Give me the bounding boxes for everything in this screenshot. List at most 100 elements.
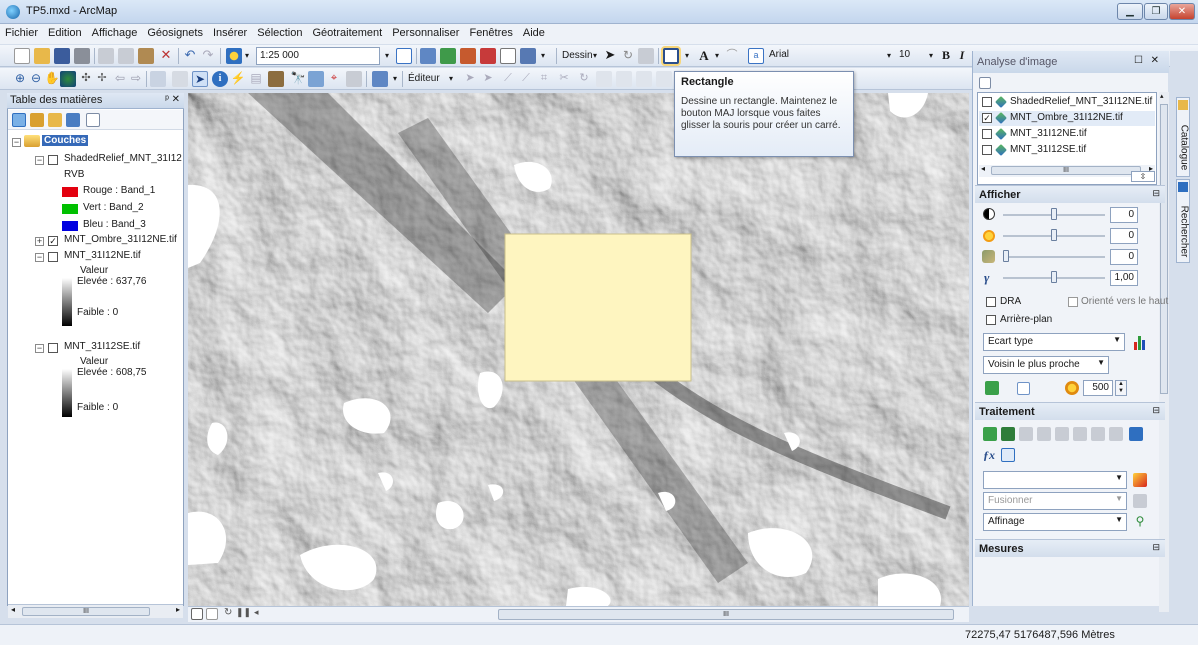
mesures-section-header[interactable]: Mesures ⊟ — [975, 539, 1165, 557]
afficher-section-header[interactable]: Afficher ⊟ — [975, 185, 1165, 203]
maximize-button[interactable]: ❐ — [1144, 3, 1168, 20]
delete-icon[interactable]: ✕ — [158, 48, 174, 64]
menu-affichage[interactable]: Affichage — [87, 24, 143, 39]
add-data-icon[interactable] — [226, 48, 242, 64]
sketch-properties-icon[interactable] — [616, 71, 632, 87]
measure-icon[interactable] — [268, 71, 284, 87]
menu-fenetres[interactable]: Fenêtres — [464, 24, 517, 39]
font-select[interactable]: Arial — [766, 47, 882, 65]
identify-icon[interactable]: i — [212, 71, 228, 87]
couches-collapse-icon[interactable]: − — [12, 138, 21, 147]
save-processing-icon[interactable] — [1129, 427, 1143, 441]
editor-more-icon[interactable] — [656, 71, 672, 87]
editor-toolbar-icon[interactable] — [396, 48, 412, 64]
hillshade-icon[interactable] — [1037, 427, 1051, 441]
copy-icon[interactable] — [118, 48, 134, 64]
raster-calculator-icon[interactable] — [1001, 448, 1015, 462]
dpi-value[interactable]: 500 — [1083, 380, 1113, 396]
rectangle-dropdown-icon[interactable]: ▾ — [682, 47, 692, 65]
transparency-slider-thumb[interactable] — [1003, 250, 1009, 262]
list-by-drawing-order-icon[interactable] — [12, 113, 26, 127]
ia-layer-ombre-name[interactable]: MNT_Ombre_31I12NE.tif — [1010, 112, 1123, 123]
processing-layer-dropdown-icon[interactable]: ▼ — [1115, 473, 1123, 482]
straight-segment-icon[interactable]: ⟋ — [500, 71, 516, 87]
layout-view-icon[interactable] — [206, 608, 218, 620]
zoom-out-icon[interactable]: ⊖ — [28, 71, 44, 87]
find-route-icon[interactable] — [308, 71, 324, 87]
affinage-apply-icon[interactable]: ⚲ — [1133, 515, 1147, 529]
brightness-value[interactable]: 0 — [1110, 228, 1138, 244]
clip-icon[interactable] — [1017, 382, 1030, 395]
shadow-compensation-icon[interactable] — [1091, 427, 1105, 441]
layer-shadedrelief-collapse-icon[interactable]: − — [35, 156, 44, 165]
stretch-dropdown-icon[interactable]: ▼ — [1113, 335, 1121, 344]
layer-mnt-se-checkbox[interactable] — [48, 343, 58, 353]
font-size-select[interactable]: 10 — [896, 47, 930, 65]
menu-selection[interactable]: Sélection — [252, 24, 307, 39]
sketch-tools-icon[interactable]: ⌗ — [536, 71, 552, 87]
oriente-checkbox[interactable] — [1068, 297, 1078, 307]
ndvi-icon[interactable] — [1019, 427, 1033, 441]
forward-extent-icon[interactable]: ⇨ — [128, 71, 144, 87]
contrast-slider-thumb[interactable] — [1051, 208, 1057, 220]
create-features-icon[interactable] — [636, 71, 652, 87]
traitement-collapse-icon[interactable]: ⊟ — [1152, 405, 1160, 416]
close-button[interactable]: ✕ — [1169, 3, 1195, 20]
cut-icon[interactable] — [98, 48, 114, 64]
ia-vscroll-thumb[interactable] — [1160, 104, 1168, 394]
text-tool-icon[interactable]: A — [696, 48, 712, 64]
mesures-collapse-icon[interactable]: ⊟ — [1152, 542, 1160, 553]
drawn-rectangle[interactable] — [504, 233, 692, 382]
text-dropdown-icon[interactable]: ▾ — [712, 47, 722, 65]
catalog-window-icon[interactable] — [440, 48, 456, 64]
histogram-icon[interactable] — [1131, 334, 1151, 350]
zoom-in-icon[interactable]: ⊕ — [12, 71, 28, 87]
font-size-dropdown-icon[interactable]: ▾ — [926, 47, 936, 65]
edit-annotation-icon[interactable]: ➤ — [480, 71, 496, 87]
stretch-select[interactable]: Ecart type ▼ — [983, 333, 1125, 351]
gamma-slider-thumb[interactable] — [1051, 271, 1057, 283]
layer-mnt-se-collapse-icon[interactable]: − — [35, 344, 44, 353]
open-folder-icon[interactable] — [34, 48, 50, 64]
edit-tool-icon[interactable]: ➤ — [462, 71, 478, 87]
toc-window-icon[interactable] — [420, 48, 436, 64]
menu-inserer[interactable]: Insérer — [208, 24, 252, 39]
split-tool-icon[interactable]: ✂ — [556, 71, 572, 87]
toc-horizontal-scrollbar[interactable]: ◂ III ▸ — [8, 604, 183, 618]
layer-mnt-ne-checkbox[interactable] — [48, 252, 58, 262]
ia-layer-hscroll[interactable]: ◂ III ▸ — [979, 164, 1155, 177]
toc-options-icon[interactable] — [86, 113, 100, 127]
toc-scroll-left-icon[interactable]: ◂ — [11, 605, 15, 614]
image-analysis-options-icon[interactable] — [979, 77, 991, 89]
gamma-value[interactable]: 1,00 — [1110, 270, 1138, 286]
full-extent-icon[interactable] — [60, 71, 76, 87]
pan-icon[interactable]: ✋ — [44, 71, 60, 87]
menu-edition[interactable]: Edition — [43, 24, 87, 39]
layer-ombre-name[interactable]: MNT_Ombre_31I12NE.tif — [64, 234, 177, 245]
processing-layer-select[interactable]: ▼ — [983, 471, 1127, 489]
hyperlink-icon[interactable]: ⚡ — [230, 71, 246, 87]
editeur-menu[interactable]: Éditeur — [408, 71, 450, 87]
ia-vertical-scrollbar[interactable]: ▴ — [1159, 92, 1169, 612]
pan-sharpen-icon[interactable] — [1073, 427, 1087, 441]
menu-aide[interactable]: Aide — [518, 24, 550, 39]
python-window-icon[interactable] — [500, 48, 516, 64]
map-view[interactable] — [188, 93, 969, 606]
pause-drawing-icon[interactable]: ❚❚ — [236, 607, 251, 618]
traitement-section-header[interactable]: Traitement ⊟ — [975, 402, 1165, 420]
afficher-collapse-icon[interactable]: ⊟ — [1152, 188, 1160, 199]
apply-processing-icon[interactable] — [1133, 473, 1147, 487]
clear-selection-icon[interactable] — [172, 71, 188, 87]
zoom-elements-icon[interactable] — [638, 48, 654, 64]
data-view-icon[interactable] — [191, 608, 203, 620]
save-icon[interactable] — [54, 48, 70, 64]
orthorectify-icon[interactable] — [1055, 427, 1069, 441]
layer-mnt-ne-collapse-icon[interactable]: − — [35, 253, 44, 262]
ia-scroll-thumb[interactable]: III — [991, 166, 1141, 175]
select-elements-icon[interactable]: ➤ — [602, 48, 618, 64]
add-data-dropdown-icon[interactable]: ▾ — [242, 47, 252, 65]
html-popup-icon[interactable]: ▤ — [248, 71, 264, 87]
paste-icon[interactable] — [138, 48, 154, 64]
layer-mnt-ne-name[interactable]: MNT_31I12NE.tif — [64, 250, 141, 261]
scale-dropdown-icon[interactable]: ▾ — [382, 47, 392, 65]
